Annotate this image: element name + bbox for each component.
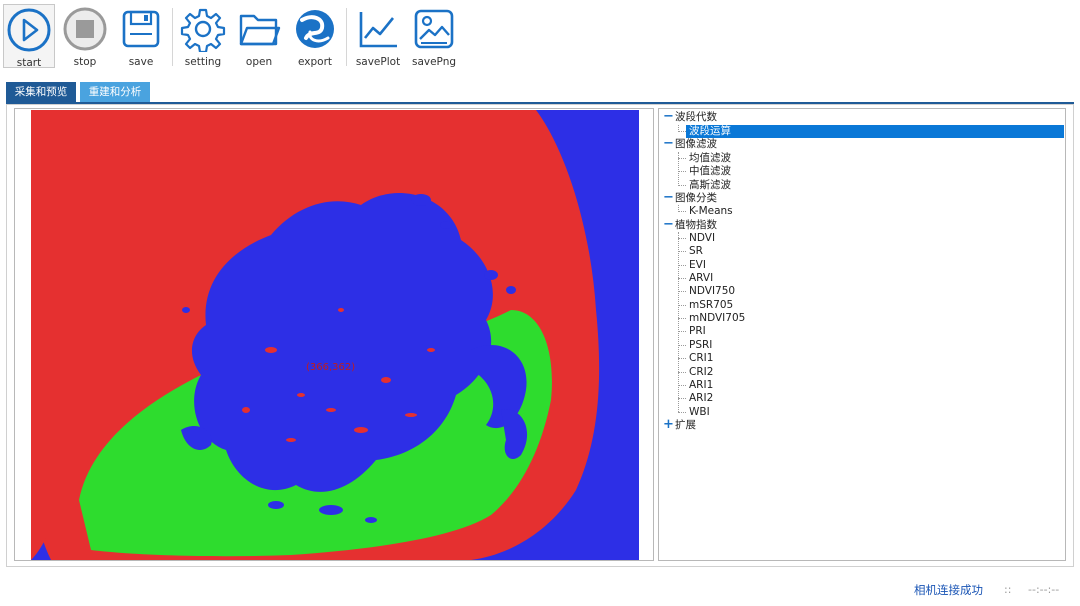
classified-image[interactable]: (366,362): [31, 110, 639, 560]
tree-connector: [678, 358, 686, 359]
tree-connector: [678, 158, 686, 159]
status-message: 相机连接成功: [914, 583, 983, 597]
setting-button[interactable]: setting: [177, 4, 229, 68]
status-time: --:--:--: [1028, 583, 1060, 596]
toolbar: start stop save setting open export save…: [0, 0, 1080, 72]
tree-connector: [678, 398, 686, 399]
tree-item-vegetation-index[interactable]: ARI1: [689, 379, 713, 392]
save-label: save: [128, 56, 154, 68]
tree-connector: [678, 211, 686, 212]
tree-item-vegetation-index[interactable]: CRI1: [689, 352, 713, 365]
save-button[interactable]: save: [115, 4, 167, 68]
tree-connector: [678, 385, 686, 386]
collapse-toggle-icon[interactable]: −: [663, 218, 674, 232]
stop-label: stop: [73, 56, 97, 68]
tree-item-vegetation-index[interactable]: CRI2: [689, 366, 713, 379]
expand-toggle-icon[interactable]: +: [663, 418, 674, 432]
play-icon: [7, 8, 51, 52]
tree-item-vegetation-index[interactable]: NDVI: [689, 232, 715, 245]
tree-connector: [678, 251, 686, 252]
tree-group-image-filter[interactable]: 图像滤波: [675, 138, 717, 151]
cursor-coordinate: (366,362): [306, 362, 356, 373]
tree-connector: [678, 412, 686, 413]
export-label: export: [297, 56, 332, 68]
tree-item-gaussian-filter[interactable]: 高斯滤波: [689, 179, 731, 192]
tree-item-band-operation[interactable]: 波段运算: [689, 125, 731, 138]
tree-connector: [678, 131, 686, 132]
tree-group-vegetation-index[interactable]: 植物指数: [675, 219, 717, 232]
tree-item-vegetation-index[interactable]: PRI: [689, 325, 706, 338]
floppy-disk-icon: [122, 10, 160, 48]
export-icon: [296, 10, 334, 48]
start-label: start: [16, 57, 42, 69]
stop-icon: [63, 7, 107, 51]
tree-group-band-algebra[interactable]: 波段代数: [675, 111, 717, 124]
collapse-toggle-icon[interactable]: −: [663, 110, 674, 124]
tree-connector: [678, 238, 686, 239]
tree-item-vegetation-index[interactable]: WBI: [689, 406, 710, 419]
save-png-button[interactable]: savePng: [408, 4, 460, 68]
setting-label: setting: [184, 56, 222, 68]
tree-selection-highlight: [686, 125, 1064, 138]
tree-group-extension[interactable]: 扩展: [675, 419, 696, 432]
tree-item-vegetation-index[interactable]: ARVI: [689, 272, 713, 285]
collapse-toggle-icon[interactable]: −: [663, 191, 674, 205]
tree-item-vegetation-index[interactable]: ARI2: [689, 392, 713, 405]
collapse-toggle-icon[interactable]: −: [663, 137, 674, 151]
start-button[interactable]: start: [3, 4, 55, 69]
stop-button[interactable]: stop: [59, 4, 111, 68]
tree-item-vegetation-index[interactable]: PSRI: [689, 339, 712, 352]
tree-connector: [678, 318, 686, 319]
toolbar-separator: [172, 8, 173, 66]
tree-connector: [678, 171, 686, 172]
open-label: open: [245, 56, 273, 68]
tree-item-median-filter[interactable]: 中值滤波: [689, 165, 731, 178]
tree-item-vegetation-index[interactable]: mSR705: [689, 299, 733, 312]
tree-connector: [678, 265, 686, 266]
export-button[interactable]: export: [289, 4, 341, 68]
line-chart-icon: [359, 12, 397, 48]
tree-connector: [678, 305, 686, 306]
tree-item-kmeans[interactable]: K-Means: [689, 205, 733, 218]
open-button[interactable]: open: [233, 4, 285, 68]
save-plot-label: savePlot: [355, 56, 401, 68]
tree-connector: [678, 291, 686, 292]
tree-item-vegetation-index[interactable]: NDVI750: [689, 285, 735, 298]
classification-map: [31, 110, 639, 560]
tab-reconstruct-analyze[interactable]: 重建和分析: [80, 82, 150, 102]
tab-capture-preview[interactable]: 采集和预览: [6, 82, 76, 102]
tree-group-image-classification[interactable]: 图像分类: [675, 192, 717, 205]
gear-icon: [180, 8, 226, 52]
tree-connector: [678, 345, 686, 346]
image-icon: [414, 9, 454, 49]
status-separator: ::: [1004, 583, 1012, 596]
save-png-label: savePng: [411, 56, 457, 68]
tree-connector: [678, 278, 686, 279]
tree-connector: [678, 331, 686, 332]
folder-open-icon: [239, 14, 281, 46]
tree-connector: [678, 372, 686, 373]
save-plot-button[interactable]: savePlot: [352, 4, 404, 68]
tree-item-vegetation-index[interactable]: SR: [689, 245, 703, 258]
tree-connector: [678, 185, 686, 186]
tree-item-vegetation-index[interactable]: EVI: [689, 259, 706, 272]
tree-item-mean-filter[interactable]: 均值滤波: [689, 152, 731, 165]
toolbar-separator: [346, 8, 347, 66]
tree-item-vegetation-index[interactable]: mNDVI705: [689, 312, 745, 325]
